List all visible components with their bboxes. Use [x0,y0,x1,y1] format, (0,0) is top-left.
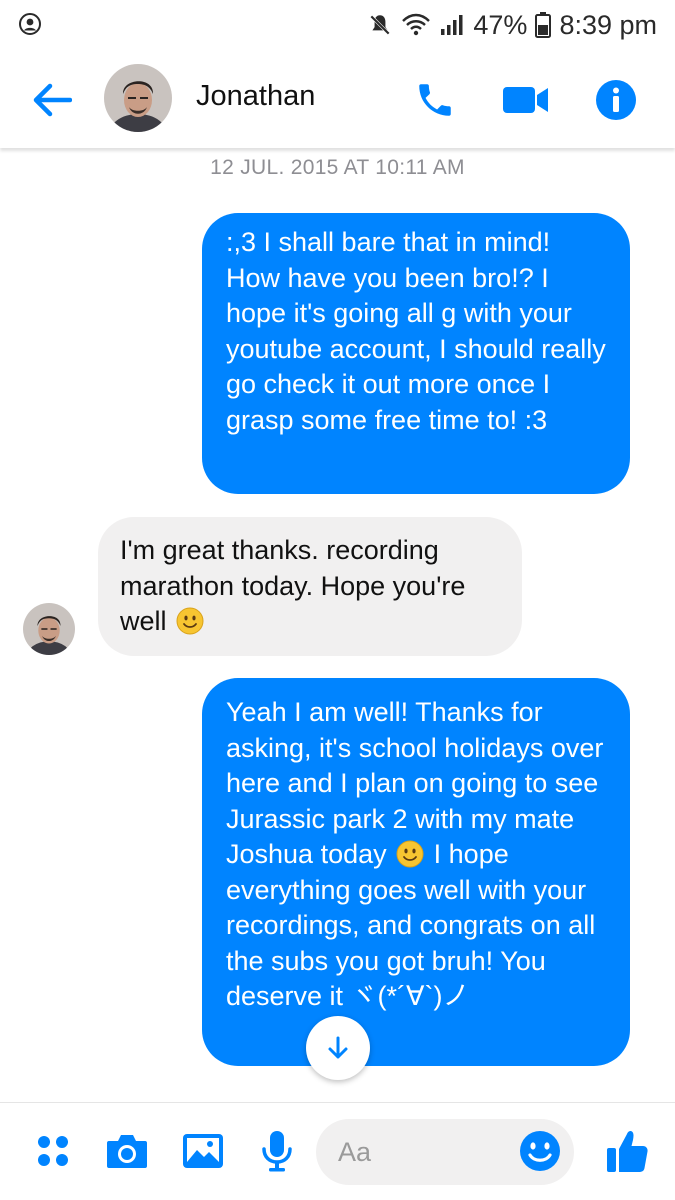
emoji-icon [520,1131,560,1171]
info-icon [596,80,636,120]
contact-name[interactable]: Jonathan [196,80,315,113]
phone-icon [419,84,451,116]
like-button[interactable] [603,1127,651,1175]
voice-message-button[interactable] [253,1127,301,1175]
status-time: 8:39 pm [559,9,657,40]
conversation-header: Jonathan [0,52,675,148]
thumbs-up-icon [607,1130,648,1172]
back-button[interactable] [28,76,76,124]
messenger-screen: 47% 8:39 pm Jonathan 12 JUL. 2015 AT 10:… [0,0,675,1200]
gallery-icon [183,1134,223,1168]
camera-icon [107,1135,147,1168]
status-indicators: 47% 8:39 pm [367,8,657,42]
scroll-to-bottom-button[interactable] [306,1016,370,1080]
video-call-button[interactable] [502,76,550,124]
arrow-down-icon [328,1036,348,1059]
mute-icon [367,12,393,38]
microphone-icon [262,1131,292,1172]
message-composer [0,1102,675,1200]
status-bar: 47% 8:39 pm [0,0,675,52]
more-apps-button[interactable] [29,1127,77,1175]
contact-avatar[interactable] [104,64,172,132]
emoji-button[interactable] [516,1127,564,1175]
gallery-button[interactable] [179,1127,227,1175]
wifi-icon [401,13,431,37]
sender-avatar [23,603,75,655]
incoming-message-bubble[interactable]: I'm great thanks. recording marathon tod… [98,517,522,656]
battery-percent: 47% [473,9,528,40]
outgoing-message-bubble[interactable]: Yeah I am well! Thanks for asking, it's … [202,678,630,1066]
outgoing-message-bubble[interactable]: :,3 I shall bare that in mind! How have … [202,213,630,494]
message-text: I'm great thanks. recording marathon tod… [120,535,466,636]
back-arrow-icon [33,83,72,117]
smiling-face-emoji-icon [396,840,424,868]
camera-button[interactable] [103,1127,151,1175]
signal-icon [439,13,465,37]
conversation-timestamp: 12 JUL. 2015 AT 10:11 AM [210,156,465,179]
info-button[interactable] [592,76,640,124]
voice-call-button[interactable] [411,76,459,124]
more-apps-icon [38,1136,68,1166]
smiling-face-emoji-icon [176,607,204,635]
battery-icon [535,12,552,38]
account-circle-icon [18,12,42,36]
video-call-icon [503,87,548,113]
